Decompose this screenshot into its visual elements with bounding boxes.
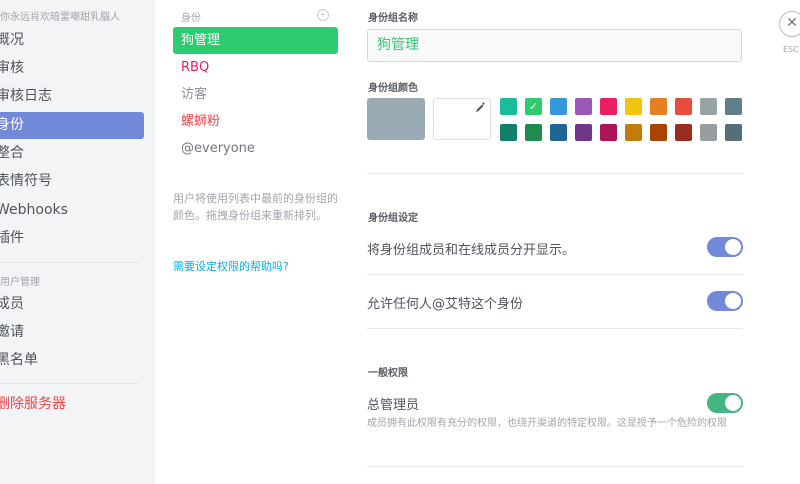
color-swatch[interactable] [625, 124, 642, 141]
administrator-permission-title: 总管理员 [367, 398, 420, 413]
color-swatch[interactable] [650, 98, 667, 115]
custom-color-swatch[interactable] [433, 98, 491, 140]
sidebar-item-overview[interactable]: 概况 [0, 27, 144, 54]
sidebar-item-webhooks[interactable]: Webhooks [0, 197, 144, 224]
color-swatch[interactable] [600, 98, 617, 115]
color-swatch[interactable] [650, 124, 667, 141]
sidebar-item-plugins[interactable]: 插件 [0, 225, 144, 252]
color-swatch[interactable] [625, 98, 642, 115]
role-item-dog-admin[interactable]: 狗管理 [173, 27, 338, 54]
roles-help-text: 用户将使用列表中最前的身份组的颜色。拖拽身份组来重新排列。 [173, 192, 338, 222]
color-swatch[interactable] [700, 98, 717, 115]
sidebar-item-moderation[interactable]: 审核 [0, 55, 144, 82]
color-swatch[interactable] [675, 98, 692, 115]
color-swatch[interactable]: ✓ [525, 98, 542, 115]
settings-sidebar: 你永远肖欢暗雷嘲甜乳腦人 概况 审核 审核日志 身份 整合 表情符号 Webho… [0, 0, 155, 484]
color-swatch[interactable] [500, 124, 517, 141]
close-icon[interactable]: ✕ [779, 11, 800, 37]
role-name-input[interactable]: 狗管理 [367, 29, 742, 62]
color-swatch[interactable] [525, 124, 542, 141]
color-swatch[interactable] [575, 98, 592, 115]
mentionable-toggle[interactable] [707, 291, 743, 311]
plus-circle-icon[interactable]: + [317, 9, 329, 21]
role-item-luosifen[interactable]: 螺蛳粉 [173, 108, 338, 135]
role-settings-label: 身份组设定 [368, 213, 418, 224]
sidebar-item-members[interactable]: 成员 [0, 291, 144, 318]
color-swatch[interactable] [500, 98, 517, 115]
administrator-permission-desc: 成员拥有此权限有充分的权限，也绕开渠道的特定权限。这是授予一个危险的权限 [367, 418, 727, 429]
role-settings-panel: 身份组名称 狗管理 身份组颜色 ✓ 身份组设定 将身份组成员和在线成员分开显示。… [355, 0, 765, 484]
role-label: 访客 [181, 87, 208, 102]
row-divider [367, 274, 743, 275]
sidebar-item-audit-log[interactable]: 审核日志 [0, 83, 144, 110]
hoist-toggle[interactable] [707, 237, 743, 257]
check-icon: ✓ [528, 100, 539, 113]
role-name-label: 身份组名称 [368, 13, 418, 24]
sidebar-item-bans[interactable]: 黑名单 [0, 347, 144, 374]
color-swatch[interactable] [725, 98, 742, 115]
roles-title: 身份 [181, 13, 201, 24]
role-color-label: 身份组颜色 [368, 83, 418, 94]
sidebar-divider [0, 383, 138, 384]
esc-label: ESC [783, 45, 799, 54]
color-swatch[interactable] [600, 124, 617, 141]
general-permissions-label: 一般权限 [368, 368, 408, 379]
administrator-toggle[interactable] [707, 393, 743, 413]
sidebar-item-integrations[interactable]: 整合 [0, 140, 144, 167]
eyedropper-icon [474, 101, 486, 116]
color-swatch[interactable] [700, 124, 717, 141]
mentionable-setting-text: 允许任何人@艾特这个身份 [367, 297, 524, 312]
role-item-guest[interactable]: 访客 [173, 81, 338, 108]
color-swatch[interactable] [575, 124, 592, 141]
color-swatch[interactable] [550, 98, 567, 115]
permissions-help-link[interactable]: 需要设定权限的帮助吗? [173, 258, 289, 274]
section-divider [367, 328, 743, 329]
hoist-setting-text: 将身份组成员和在线成员分开显示。 [367, 243, 576, 258]
sidebar-item-roles[interactable]: 身份 [0, 112, 144, 139]
color-swatch[interactable] [675, 124, 692, 141]
role-label: 狗管理 [181, 33, 221, 48]
roles-column: 身份 + 狗管理 RBQ 访客 螺蛳粉 @everyone 用户将使用列表中最前… [155, 0, 355, 484]
server-name-header: 你永远肖欢暗雷嘲甜乳腦人 [0, 12, 120, 23]
role-item-rbq[interactable]: RBQ [173, 54, 338, 81]
role-label: 螺蛳粉 [181, 114, 221, 129]
role-label: RBQ [181, 60, 210, 75]
role-label: @everyone [181, 141, 255, 156]
color-swatch[interactable] [725, 124, 742, 141]
sidebar-section-user-management: 用户管理 [0, 277, 40, 288]
sidebar-item-invites[interactable]: 邀请 [0, 319, 144, 346]
delete-server-button[interactable]: 删除服务器 [0, 391, 144, 418]
role-item-everyone[interactable]: @everyone [173, 135, 338, 162]
sidebar-item-emoji[interactable]: 表情符号 [0, 168, 144, 195]
color-swatch[interactable] [550, 124, 567, 141]
section-divider [367, 173, 743, 174]
row-divider [367, 466, 743, 467]
default-color-swatch[interactable] [367, 98, 425, 140]
sidebar-divider [0, 262, 138, 263]
